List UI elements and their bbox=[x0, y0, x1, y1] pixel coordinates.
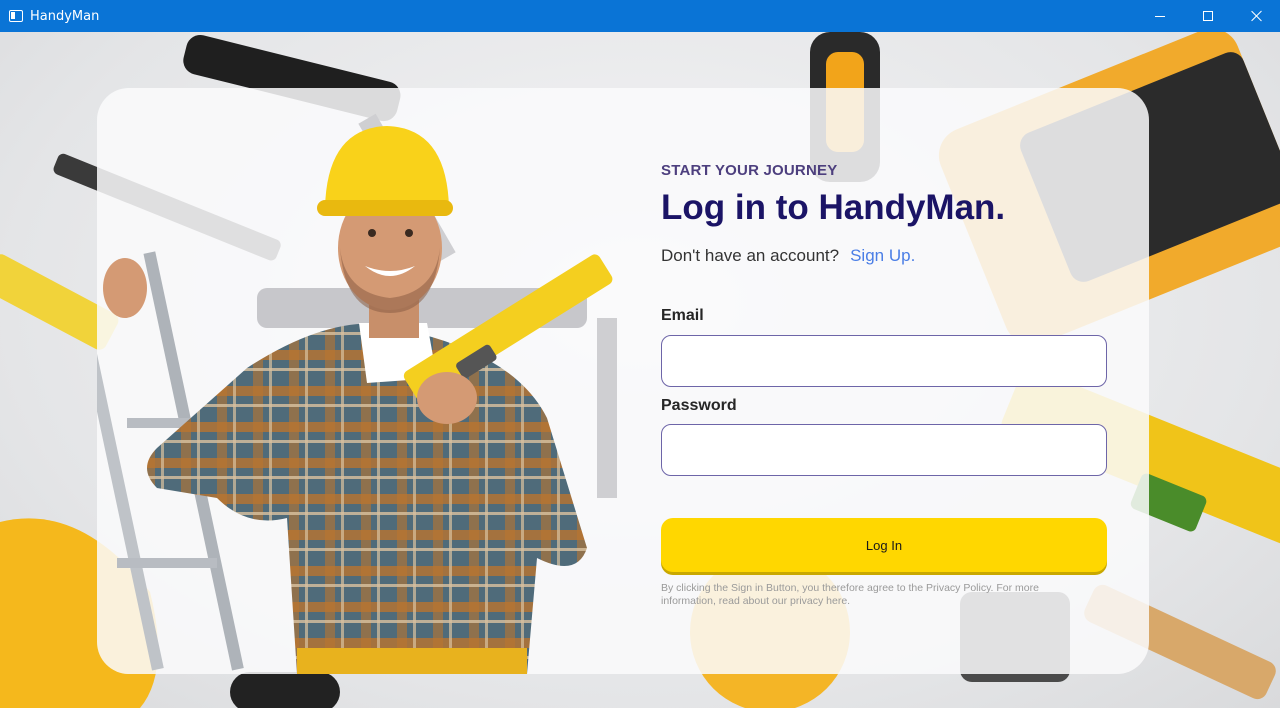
signup-prompt-text: Don't have an account? bbox=[661, 246, 840, 265]
left-hand-shape bbox=[103, 258, 147, 318]
login-button[interactable]: Log In bbox=[661, 518, 1107, 572]
eyebrow-text: START YOUR JOURNEY bbox=[661, 162, 838, 179]
faint-handle-shape bbox=[597, 318, 617, 498]
app-window-icon bbox=[9, 10, 23, 22]
window-title: HandyMan bbox=[30, 8, 100, 24]
window-titlebar[interactable]: HandyMan bbox=[0, 0, 1280, 32]
privacy-notice: By clicking the Sign in Button, you ther… bbox=[661, 582, 1039, 607]
signup-prompt-row: Don't have an account? Sign Up. bbox=[661, 246, 915, 266]
tape-roll-shape bbox=[230, 672, 340, 708]
hard-hat-brim-shape bbox=[317, 200, 453, 216]
minimize-icon bbox=[1155, 15, 1165, 17]
left-eye-shape bbox=[368, 229, 376, 237]
signup-link[interactable]: Sign Up. bbox=[850, 246, 915, 266]
password-label: Password bbox=[661, 397, 737, 414]
email-label: Email bbox=[661, 307, 704, 324]
hand-shape bbox=[417, 372, 477, 424]
builder-illustration bbox=[97, 113, 617, 674]
window-controls bbox=[1136, 0, 1280, 32]
maximize-icon bbox=[1203, 11, 1213, 21]
close-button[interactable] bbox=[1232, 0, 1280, 32]
login-form: START YOUR JOURNEY Log in to HandyMan. D… bbox=[661, 88, 1107, 674]
maximize-button[interactable] bbox=[1184, 0, 1232, 32]
login-card: START YOUR JOURNEY Log in to HandyMan. D… bbox=[97, 88, 1149, 674]
right-eye-shape bbox=[405, 229, 413, 237]
hard-hat-dome-shape bbox=[325, 126, 449, 208]
password-field[interactable] bbox=[661, 424, 1107, 476]
close-icon bbox=[1250, 10, 1262, 22]
page-title: Log in to HandyMan. bbox=[661, 188, 1006, 227]
minimize-button[interactable] bbox=[1136, 0, 1184, 32]
email-field[interactable] bbox=[661, 335, 1107, 387]
tool-belt-shape bbox=[297, 648, 527, 674]
